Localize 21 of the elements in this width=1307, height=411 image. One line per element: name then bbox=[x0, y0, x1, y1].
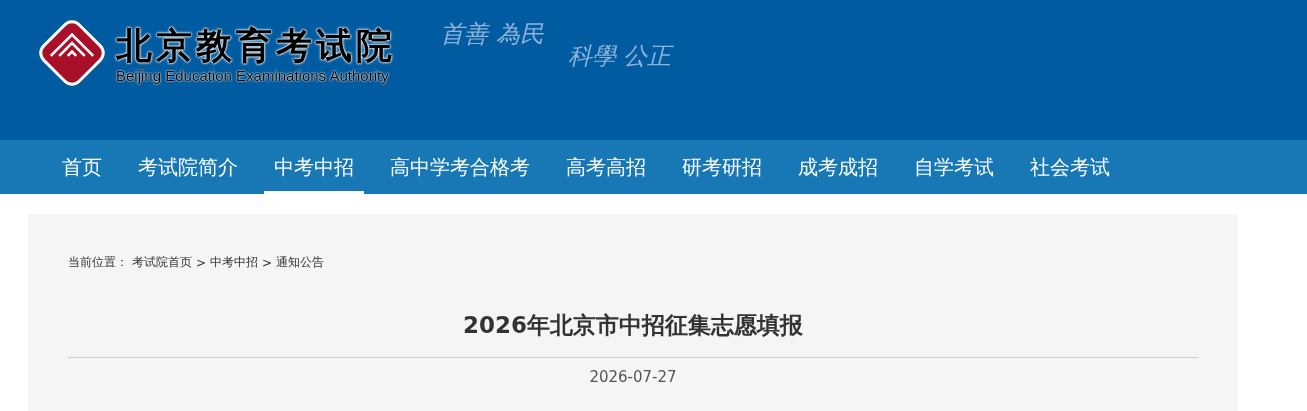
article-title: 2026年北京市中招征集志愿填报 bbox=[462, 311, 804, 340]
breadcrumb-separator: > bbox=[196, 255, 207, 270]
breadcrumb-link[interactable]: 考试院首页 bbox=[132, 254, 192, 271]
nav-tab[interactable]: 高中学考合格考 bbox=[380, 140, 540, 194]
site-title: 北京教育考试院 bbox=[116, 22, 396, 67]
nav-tab[interactable]: 社会考试 bbox=[1020, 140, 1120, 194]
motto-text: 科學 公正 bbox=[567, 41, 672, 72]
nav-tab[interactable]: 自学考试 bbox=[904, 140, 1004, 194]
nav-tab[interactable]: 研考研招 bbox=[672, 140, 772, 194]
breadcrumb-separator: > bbox=[262, 255, 273, 270]
breadcrumb-link[interactable]: 中考中招 bbox=[210, 254, 259, 271]
nav-tab[interactable]: 考试院简介 bbox=[128, 140, 248, 194]
breadcrumb-label: 当前位置： bbox=[68, 254, 128, 271]
nav-tab[interactable]: 中考中招 bbox=[264, 140, 364, 194]
motto-text: 首善 為民 bbox=[440, 19, 544, 50]
breadcrumb-link[interactable]: 通知公告 bbox=[276, 254, 325, 271]
site-subtitle: Beijing Education Examinations Authority bbox=[116, 66, 389, 84]
article-date: 2026-07-27 bbox=[588, 368, 678, 386]
nav-tab[interactable]: 成考成招 bbox=[788, 140, 888, 194]
nav-tab[interactable]: 高考高招 bbox=[556, 140, 656, 194]
nav-tab[interactable]: 首页 bbox=[52, 140, 112, 194]
